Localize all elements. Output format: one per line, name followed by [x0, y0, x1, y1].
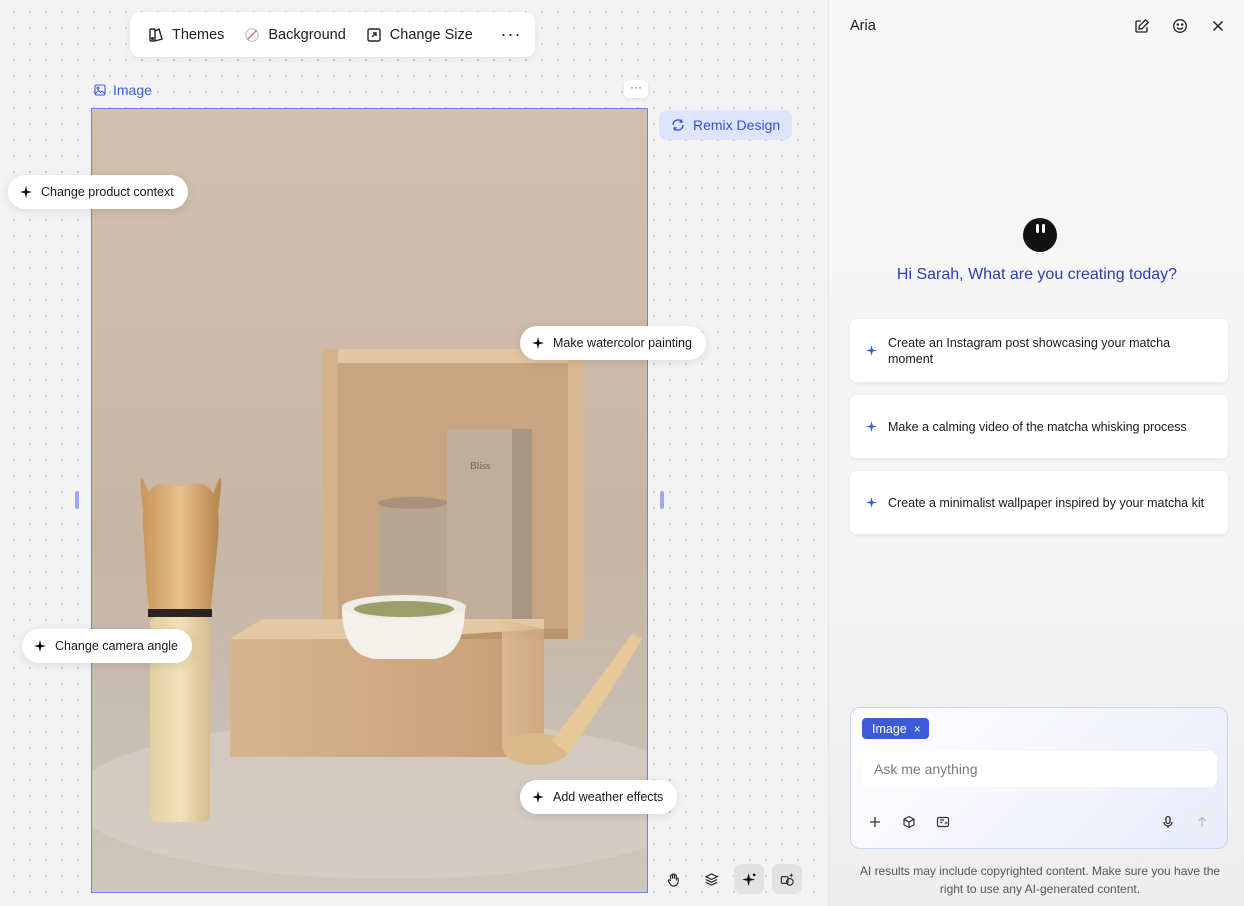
floating-toolbar: Themes Background Change Size ··· [130, 12, 535, 57]
layers-icon [704, 872, 718, 886]
box-brand-text: Bliss [470, 461, 490, 472]
suggestion-card[interactable]: Create a minimalist wallpaper inspired b… [850, 471, 1228, 534]
new-chat-button[interactable] [1132, 16, 1152, 36]
suggestion-text: Make a calming video of the matcha whisk… [888, 419, 1187, 434]
matcha-product-image: Bliss [92, 109, 647, 892]
aria-avatar [1023, 218, 1057, 252]
change-size-label: Change Size [389, 26, 473, 43]
suggestion-card[interactable]: Make a calming video of the matcha whisk… [850, 395, 1228, 458]
3d-object-button[interactable] [899, 812, 919, 832]
frame-label[interactable]: Image [94, 82, 152, 98]
chip-label: Change product context [41, 185, 174, 199]
background-icon [245, 27, 260, 42]
close-panel-button[interactable] [1208, 16, 1228, 36]
image-icon [94, 84, 106, 96]
send-button[interactable] [1188, 808, 1216, 836]
context-tag-label: Image [872, 721, 907, 736]
chip-change-product-context[interactable]: Change product context [8, 175, 188, 209]
add-attachment-button[interactable] [865, 812, 885, 832]
remix-label: Remix Design [693, 117, 781, 133]
ai-text-tool-button[interactable] [933, 812, 953, 832]
sparkle-icon [20, 186, 32, 198]
suggestion-card[interactable]: Create an Instagram post showcasing your… [850, 319, 1228, 382]
chat-composer: Image × [850, 707, 1228, 849]
chip-label: Make watercolor painting [553, 336, 692, 350]
composer-right-tools [1158, 808, 1216, 836]
send-arrow-icon [1198, 816, 1206, 827]
change-size-button[interactable]: Change Size [358, 19, 481, 51]
edit-icon [1135, 18, 1150, 33]
ai-sparkle-icon [741, 872, 755, 886]
hand-icon [667, 872, 679, 887]
aria-assistant-panel: Aria Hi Sarah, What are you creating tod… [828, 0, 1244, 906]
remove-tag-button[interactable]: × [914, 722, 921, 736]
ai-sparkle-tool-button[interactable] [734, 864, 764, 894]
image-frame[interactable]: Bliss [91, 108, 648, 893]
ai-shapes-tool-button[interactable] [772, 864, 802, 894]
ai-disclaimer: AI results may include copyrighted conte… [859, 864, 1221, 896]
hand-tool-button[interactable] [658, 864, 688, 894]
context-tag-image: Image × [862, 718, 929, 739]
canvas[interactable]: Themes Background Change Size ··· Image … [0, 0, 828, 906]
sparkle-icon [34, 640, 46, 652]
composer-tools [865, 812, 953, 832]
mic-icon [1163, 815, 1173, 828]
panel-actions [1132, 16, 1228, 36]
themes-label: Themes [172, 26, 225, 43]
ask-input[interactable] [862, 751, 1217, 787]
sparkle-icon [866, 497, 877, 508]
sparkle-icon [532, 337, 544, 349]
ai-shapes-icon [780, 872, 794, 886]
remix-design-button[interactable]: Remix Design [659, 110, 793, 140]
cube-icon [903, 815, 915, 829]
panel-title: Aria [850, 18, 876, 34]
frame-resize-handle-right[interactable] [660, 491, 664, 509]
feedback-button[interactable] [1170, 16, 1190, 36]
ai-text-icon [936, 816, 950, 828]
canvas-tools [658, 864, 802, 894]
remix-icon [672, 119, 684, 131]
toolbar-more-button[interactable]: ··· [497, 19, 525, 51]
chip-add-weather-effects[interactable]: Add weather effects [520, 780, 678, 814]
chip-make-watercolor[interactable]: Make watercolor painting [520, 326, 706, 360]
chip-change-camera-angle[interactable]: Change camera angle [22, 629, 192, 663]
background-button[interactable]: Background [236, 19, 353, 51]
themes-button[interactable]: Themes [140, 19, 232, 51]
chip-label: Add weather effects [553, 790, 664, 804]
resize-icon [367, 27, 381, 42]
sparkle-icon [532, 791, 544, 803]
suggestion-text: Create a minimalist wallpaper inspired b… [888, 495, 1205, 510]
voice-input-button[interactable] [1158, 812, 1178, 832]
themes-icon [149, 27, 163, 42]
suggestion-text: Create an Instagram post showcasing your… [888, 335, 1171, 366]
sparkle-icon [866, 421, 877, 432]
background-label: Background [268, 26, 346, 43]
frame-label-text: Image [113, 82, 152, 98]
emoji-icon [1173, 19, 1187, 33]
greeting: Hi Sarah, What are you creating today? [896, 266, 1178, 283]
layers-button[interactable] [696, 864, 726, 894]
sparkle-icon [866, 345, 877, 356]
frame-resize-handle-left[interactable] [75, 491, 79, 509]
chip-label: Change camera angle [55, 639, 178, 653]
plus-icon [870, 817, 880, 827]
frame-more-button[interactable]: ··· [624, 80, 648, 98]
close-icon [1212, 20, 1224, 32]
